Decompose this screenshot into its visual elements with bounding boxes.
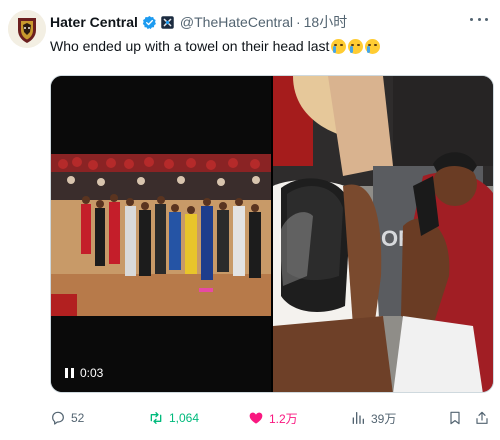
video-controls[interactable]: 0:03 bbox=[65, 366, 103, 380]
crying-emoji-icon bbox=[365, 38, 381, 54]
views-button[interactable]: 39万 bbox=[350, 408, 396, 428]
retweet-count: 1,064 bbox=[169, 411, 200, 425]
timestamp[interactable]: 18小时 bbox=[304, 12, 348, 32]
more-icon[interactable] bbox=[470, 12, 488, 26]
display-name[interactable]: Hater Central bbox=[50, 14, 138, 30]
view-count: 39万 bbox=[371, 411, 397, 426]
avatar[interactable] bbox=[8, 10, 46, 48]
video-player[interactable]: 0:03 bbox=[51, 76, 271, 392]
reply-button[interactable]: 52 bbox=[50, 408, 84, 428]
photo-image[interactable]: OFF bbox=[273, 76, 493, 392]
user-handle[interactable]: @TheHateCentral bbox=[180, 14, 293, 30]
reply-icon bbox=[52, 411, 64, 425]
retweet-icon bbox=[150, 412, 162, 424]
retweet-button[interactable]: 1,064 bbox=[148, 408, 199, 428]
crying-emoji-icon bbox=[348, 38, 364, 54]
views-icon bbox=[352, 412, 364, 424]
affiliate-badge-icon[interactable] bbox=[160, 15, 175, 30]
share-button[interactable] bbox=[474, 408, 495, 428]
reply-count: 52 bbox=[71, 411, 85, 425]
separator-dot: · bbox=[295, 14, 301, 30]
bookmark-button[interactable] bbox=[447, 408, 468, 428]
verified-badge-icon[interactable] bbox=[142, 15, 157, 30]
share-icon bbox=[476, 411, 488, 424]
like-count: 1.2万 bbox=[269, 411, 298, 426]
avatar-logo-icon bbox=[8, 10, 46, 48]
like-button[interactable]: 1.2万 bbox=[248, 408, 298, 428]
like-icon bbox=[249, 412, 263, 424]
media-container[interactable]: 0:03 OFF bbox=[50, 75, 494, 393]
tweet-text-body: Who ended up with a towel on their head … bbox=[50, 38, 330, 54]
pause-icon[interactable] bbox=[65, 368, 74, 378]
crying-emoji-icon bbox=[331, 38, 347, 54]
bookmark-icon bbox=[450, 411, 460, 425]
video-timestamp: 0:03 bbox=[80, 366, 104, 380]
tweet-actions: 52 1,064 1.2万 39万 bbox=[50, 408, 494, 428]
tweet-header: Hater Central @TheHateCentral · 18小时 bbox=[50, 12, 470, 32]
video-frame bbox=[51, 154, 271, 316]
tweet-text: Who ended up with a towel on their head … bbox=[50, 38, 381, 54]
